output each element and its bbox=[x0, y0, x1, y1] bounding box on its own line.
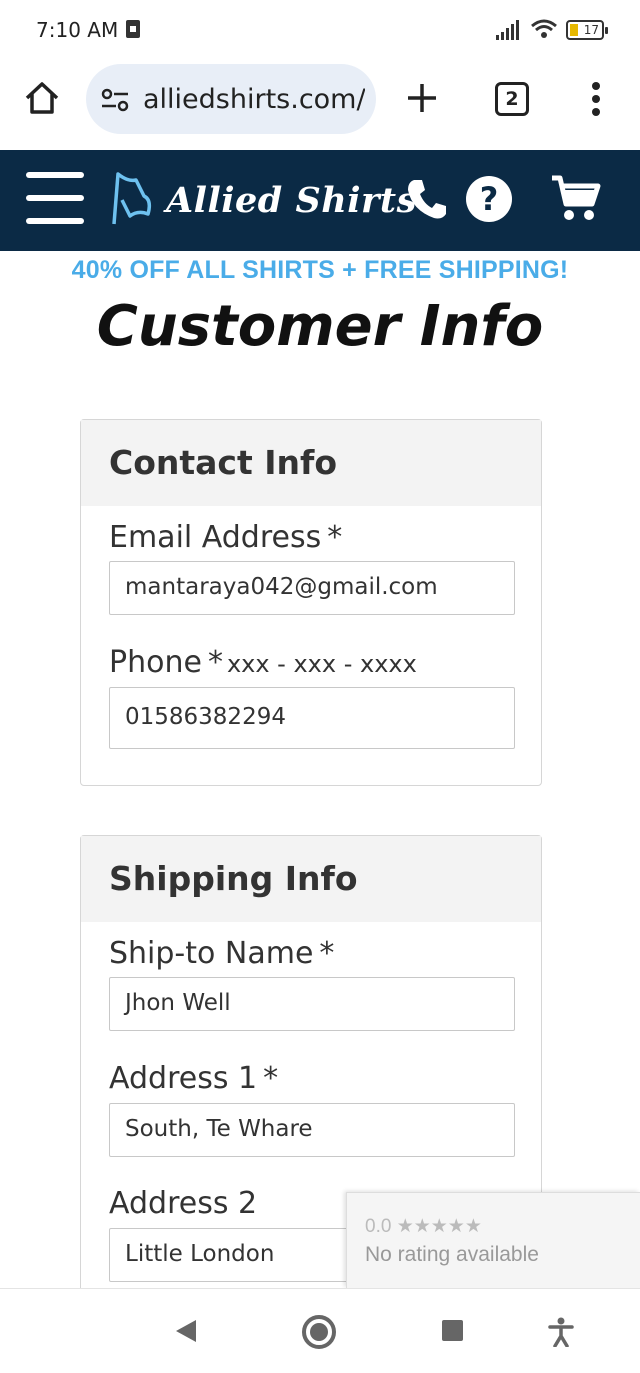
phone-icon[interactable] bbox=[404, 176, 450, 222]
ship-to-name-label: Ship-to Name * bbox=[109, 936, 335, 971]
status-bar: 7:10 AM 17 bbox=[0, 0, 640, 62]
recents-icon[interactable] bbox=[442, 1320, 463, 1341]
ship-to-name-field[interactable]: Jhon Well bbox=[109, 977, 515, 1031]
phone-label: Phone * xxx - xxx - xxxx bbox=[109, 645, 417, 680]
page-title: Customer Info bbox=[96, 294, 544, 359]
rating-text: No rating available bbox=[365, 1243, 539, 1266]
address2-label: Address 2 bbox=[109, 1186, 258, 1221]
battery-icon: 17 bbox=[566, 20, 608, 40]
email-label: Email Address * bbox=[109, 520, 343, 555]
notification-icon bbox=[126, 20, 140, 38]
rating-stars-icon: ★★★★★ bbox=[396, 1216, 482, 1237]
required-mark: * bbox=[263, 1061, 279, 1096]
accessibility-icon[interactable] bbox=[548, 1317, 574, 1347]
shipping-info-heading: Shipping Info bbox=[81, 836, 541, 922]
back-icon[interactable] bbox=[174, 1318, 198, 1344]
system-nav-bar bbox=[0, 1288, 640, 1373]
help-icon[interactable]: ? bbox=[466, 176, 512, 222]
phone-format-hint: xxx - xxx - xxxx bbox=[226, 650, 417, 678]
cart-icon[interactable] bbox=[550, 172, 602, 224]
address1-label: Address 1 * bbox=[109, 1061, 279, 1096]
promo-banner: 40% OFF ALL SHIRTS + FREE SHIPPING! bbox=[71, 256, 569, 284]
wifi-icon bbox=[531, 19, 557, 38]
required-mark: * bbox=[319, 936, 335, 971]
rating-score: 0.0 ★★★★★ bbox=[365, 1216, 482, 1237]
rating-widget[interactable]: 0.0 ★★★★★ No rating available bbox=[346, 1192, 640, 1288]
browser-toolbar: alliedshirts.com/c 2 bbox=[0, 62, 640, 150]
contact-info-heading: Contact Info bbox=[81, 420, 541, 506]
email-field[interactable]: mantaraya042@gmail.com bbox=[109, 561, 515, 615]
home-icon[interactable] bbox=[22, 78, 62, 118]
signal-icon bbox=[496, 20, 522, 40]
status-time: 7:10 AM bbox=[36, 18, 119, 42]
contact-info-card: Contact Info Email Address * mantaraya042… bbox=[80, 419, 542, 786]
more-vert-icon[interactable] bbox=[584, 80, 608, 118]
plus-icon[interactable] bbox=[404, 80, 440, 116]
battery-level: 17 bbox=[583, 23, 599, 37]
logo-flag-icon[interactable] bbox=[108, 170, 154, 228]
required-mark: * bbox=[327, 520, 343, 555]
tab-switcher-button[interactable]: 2 bbox=[495, 82, 529, 116]
address-bar[interactable]: alliedshirts.com/c bbox=[86, 64, 376, 134]
site-settings-icon[interactable] bbox=[100, 86, 130, 114]
site-header: Allied Shirts ? bbox=[0, 150, 640, 251]
url-text[interactable]: alliedshirts.com/c bbox=[143, 84, 365, 115]
home-circle-icon[interactable] bbox=[302, 1315, 336, 1349]
required-mark: * bbox=[207, 645, 223, 680]
phone-field[interactable]: 01586382294 bbox=[109, 687, 515, 749]
hamburger-menu-icon[interactable] bbox=[26, 172, 84, 224]
address1-field[interactable]: South, Te Whare bbox=[109, 1103, 515, 1157]
logo-text[interactable]: Allied Shirts bbox=[166, 180, 417, 221]
